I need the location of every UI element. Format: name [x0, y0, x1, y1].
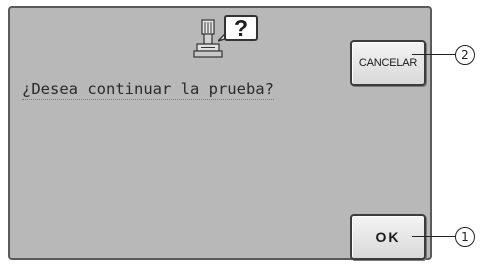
ok-button-label: OK: [375, 229, 401, 245]
screen: ? ¿Desea continuar la prueba? CANCELAR O…: [0, 0, 481, 266]
callout-number-ok: 1: [461, 230, 469, 244]
question-mark-icon: ?: [224, 15, 258, 41]
cancel-button[interactable]: CANCELAR: [350, 40, 426, 86]
dialog-header-icon: ?: [193, 15, 267, 61]
callout-leader-cancel: [412, 54, 455, 55]
callout-number-cancel: 2: [461, 48, 469, 62]
ok-button[interactable]: OK: [350, 214, 426, 260]
callout-marker-ok: 1: [455, 227, 475, 247]
confirmation-dialog: ? ¿Desea continuar la prueba? CANCELAR O…: [8, 6, 432, 260]
callout-marker-cancel: 2: [455, 45, 475, 65]
cancel-button-label: CANCELAR: [358, 57, 418, 69]
question-mark-glyph: ?: [233, 14, 249, 41]
dialog-message: ¿Desea continuar la prueba?: [22, 80, 274, 100]
callout-leader-ok: [412, 236, 455, 237]
